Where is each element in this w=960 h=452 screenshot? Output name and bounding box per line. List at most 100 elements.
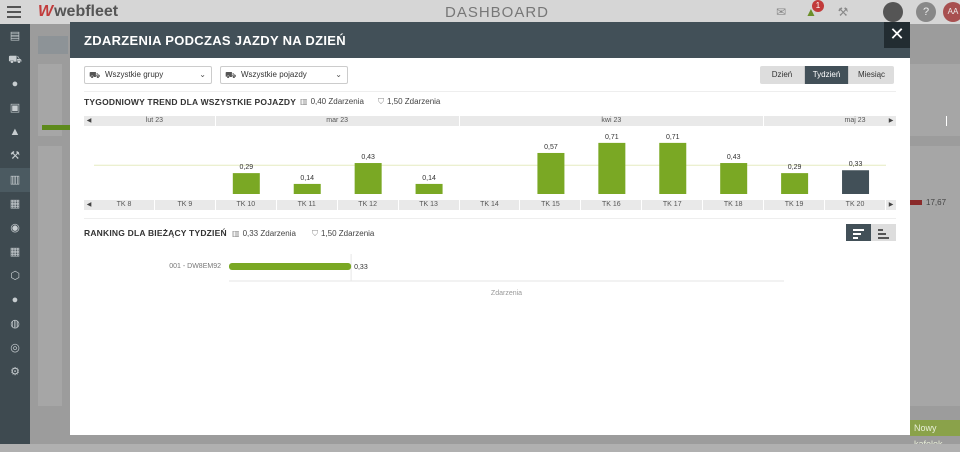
divider bbox=[84, 218, 896, 219]
trend-bar-label: 0,14 bbox=[422, 175, 436, 182]
add-tile-button[interactable]: Nowy kafelek bbox=[910, 420, 960, 449]
period-toggle: Dzień Tydzień Miesiąc bbox=[760, 66, 894, 84]
menu-icon[interactable] bbox=[7, 6, 21, 18]
trend-bar-label: 0,29 bbox=[788, 164, 802, 171]
week-tick-label[interactable]: TK 15 bbox=[520, 200, 582, 210]
group-select[interactable]: ⛟ Wszystkie grupy ⌄ bbox=[84, 66, 212, 84]
close-button[interactable]: ✕ bbox=[884, 22, 910, 48]
trend-bar-label: 0,29 bbox=[239, 164, 253, 171]
sidebar-tools-icon[interactable]: ⚒ bbox=[0, 144, 30, 168]
chevron-down-icon: ⌄ bbox=[335, 70, 342, 79]
trend-bar-label: 0,14 bbox=[300, 175, 314, 182]
sidebar-map-icon[interactable]: ▤ bbox=[0, 24, 30, 48]
user-avatar[interactable]: AA bbox=[943, 2, 960, 22]
trend-title: TYGODNIOWY TREND DLA WSZYSTKIE POJAZDY bbox=[84, 97, 297, 107]
modal-title: ZDARZENIA PODCZAS JAZDY NA DZIEŃ bbox=[84, 33, 346, 48]
month-label: lut 23 bbox=[94, 116, 216, 126]
driver-avatar-icon[interactable] bbox=[883, 2, 903, 22]
ranking-threshold-stat: ⛉ 1,50 Zdarzenia bbox=[312, 229, 375, 238]
trend-bar-label: 0,43 bbox=[727, 154, 741, 161]
group-select-value: Wszystkie grupy bbox=[105, 70, 164, 79]
mail-icon[interactable]: ✉ bbox=[773, 5, 789, 19]
sidebar-settings-icon[interactable]: ⚙ bbox=[0, 360, 30, 384]
page-title: DASHBOARD bbox=[445, 4, 550, 21]
help-icon[interactable]: ? bbox=[916, 2, 936, 22]
sidebar-route-icon[interactable]: ◉ bbox=[0, 216, 30, 240]
week-tick-label[interactable]: TK 10 bbox=[216, 200, 277, 210]
trend-bar bbox=[293, 183, 321, 194]
sidebar-warning-icon[interactable]: ▲ bbox=[0, 120, 30, 144]
bg-value: 17,67 bbox=[926, 198, 947, 207]
ranking-chart: 001 - DW8EM92 0,33 Zdarzenia bbox=[169, 254, 784, 297]
trend-bar bbox=[781, 173, 809, 194]
sort-ascending-button[interactable] bbox=[871, 224, 896, 241]
trend-bar-label: 0,57 bbox=[544, 144, 558, 151]
week-tick-label[interactable]: TK 19 bbox=[764, 200, 826, 210]
sidebar-vehicle-icon[interactable]: ⛟ bbox=[0, 48, 30, 72]
month-timeline: ◀ lut 23 mar 23 kwi 23 maj 23 ▶ bbox=[84, 116, 947, 126]
bar-chart-icon: ▥ bbox=[300, 97, 308, 106]
week-tick-label[interactable]: TK 14 bbox=[460, 200, 521, 210]
trend-bar-label: 0,71 bbox=[605, 134, 619, 141]
tab-week[interactable]: Tydzień bbox=[805, 66, 849, 84]
trend-bar bbox=[842, 170, 870, 194]
trend-bar-label: 0,43 bbox=[361, 154, 375, 161]
bg-tile bbox=[910, 146, 960, 406]
week-tick-label[interactable]: TK 16 bbox=[581, 200, 643, 210]
trend-bar-label: 0,33 bbox=[849, 161, 863, 168]
week-tick-label[interactable]: TK 8 bbox=[94, 200, 155, 210]
month-label: maj 23 bbox=[764, 116, 947, 126]
month-label: kwi 23 bbox=[460, 116, 765, 126]
week-tick-label[interactable]: TK 18 bbox=[703, 200, 765, 210]
vehicle-select-value: Wszystkie pojazdy bbox=[241, 70, 307, 79]
week-tick-label[interactable]: TK 20 bbox=[825, 200, 886, 210]
divider bbox=[84, 91, 896, 92]
events-modal: ZDARZENIA PODCZAS JAZDY NA DZIEŃ ✕ ⛟ Wsz… bbox=[70, 22, 947, 435]
threshold-icon: ⛉ bbox=[312, 229, 318, 238]
trend-bar bbox=[415, 183, 443, 194]
timeline-next-icon[interactable]: ▶ bbox=[886, 116, 896, 126]
trend-bar bbox=[659, 142, 687, 194]
sidebar-area-icon[interactable]: ⬡ bbox=[0, 264, 30, 288]
sidebar-print-icon[interactable]: ▦ bbox=[0, 192, 30, 216]
timeline-prev-icon[interactable]: ◀ bbox=[84, 116, 94, 126]
trend-bar-label: 0,71 bbox=[666, 134, 680, 141]
alert-count-badge: 1 bbox=[812, 0, 824, 12]
sidebar-reports-icon[interactable]: ▥ bbox=[0, 168, 30, 192]
sort-descending-button[interactable] bbox=[846, 224, 871, 241]
trend-bar bbox=[720, 163, 748, 194]
sidebar-target-icon[interactable]: ◎ bbox=[0, 336, 30, 360]
top-bar: Wwebfleet DASHBOARD ✉ ▲ 1 ⚒ ? AA bbox=[0, 0, 960, 24]
week-tick-label[interactable]: TK 17 bbox=[642, 200, 704, 210]
sidebar-building-icon[interactable]: ▦ bbox=[0, 240, 30, 264]
webfleet-logo: Wwebfleet bbox=[38, 3, 119, 20]
trend-bar bbox=[354, 163, 382, 194]
vehicle-select[interactable]: ⛟ Wszystkie pojazdy ⌄ bbox=[220, 66, 348, 84]
vehicle-group-icon: ⛟ bbox=[89, 70, 101, 80]
bg-progress bbox=[42, 125, 72, 130]
week-tick-label[interactable]: TK 13 bbox=[399, 200, 460, 210]
sidebar-orders-icon[interactable]: ▣ bbox=[0, 96, 30, 120]
modal-header: ZDARZENIA PODCZAS JAZDY NA DZIEŃ bbox=[70, 22, 910, 58]
trend-bar bbox=[598, 142, 626, 194]
trend-threshold-stat: ⛉ 1,50 Zdarzenia bbox=[378, 97, 441, 106]
week-tick-label[interactable]: TK 11 bbox=[277, 200, 338, 210]
week-tick-label[interactable]: TK 12 bbox=[338, 200, 399, 210]
chevron-down-icon: ⌄ bbox=[199, 70, 206, 79]
axis-next-icon[interactable]: ▶ bbox=[886, 200, 896, 210]
ranking-title: RANKING DLA BIEŻĄCY TYDZIEŃ bbox=[84, 228, 227, 238]
sidebar-places-icon[interactable]: ◍ bbox=[0, 312, 30, 336]
sidebar: ▤ ⛟ ● ▣ ▲ ⚒ ▥ ▦ ◉ ▦ ⬡ ● ◍ ◎ ⚙ bbox=[0, 24, 30, 452]
ranking-sort-toggle bbox=[846, 224, 896, 241]
tab-month[interactable]: Miesiąc bbox=[849, 66, 894, 84]
car-icon: ⛟ bbox=[225, 70, 237, 80]
bg-footer bbox=[0, 444, 960, 452]
trend-average-stat: ▥ 0,40 Zdarzenia bbox=[300, 97, 364, 106]
week-tick-label[interactable]: TK 9 bbox=[155, 200, 216, 210]
sidebar-driver-icon[interactable]: ● bbox=[0, 72, 30, 96]
sidebar-users-icon[interactable]: ● bbox=[0, 288, 30, 312]
ranking-vehicle-label: 001 - DW8EM92 bbox=[169, 263, 221, 270]
tab-day[interactable]: Dzień bbox=[760, 66, 805, 84]
axis-prev-icon[interactable]: ◀ bbox=[84, 200, 94, 210]
wrench-icon[interactable]: ⚒ bbox=[835, 5, 851, 19]
